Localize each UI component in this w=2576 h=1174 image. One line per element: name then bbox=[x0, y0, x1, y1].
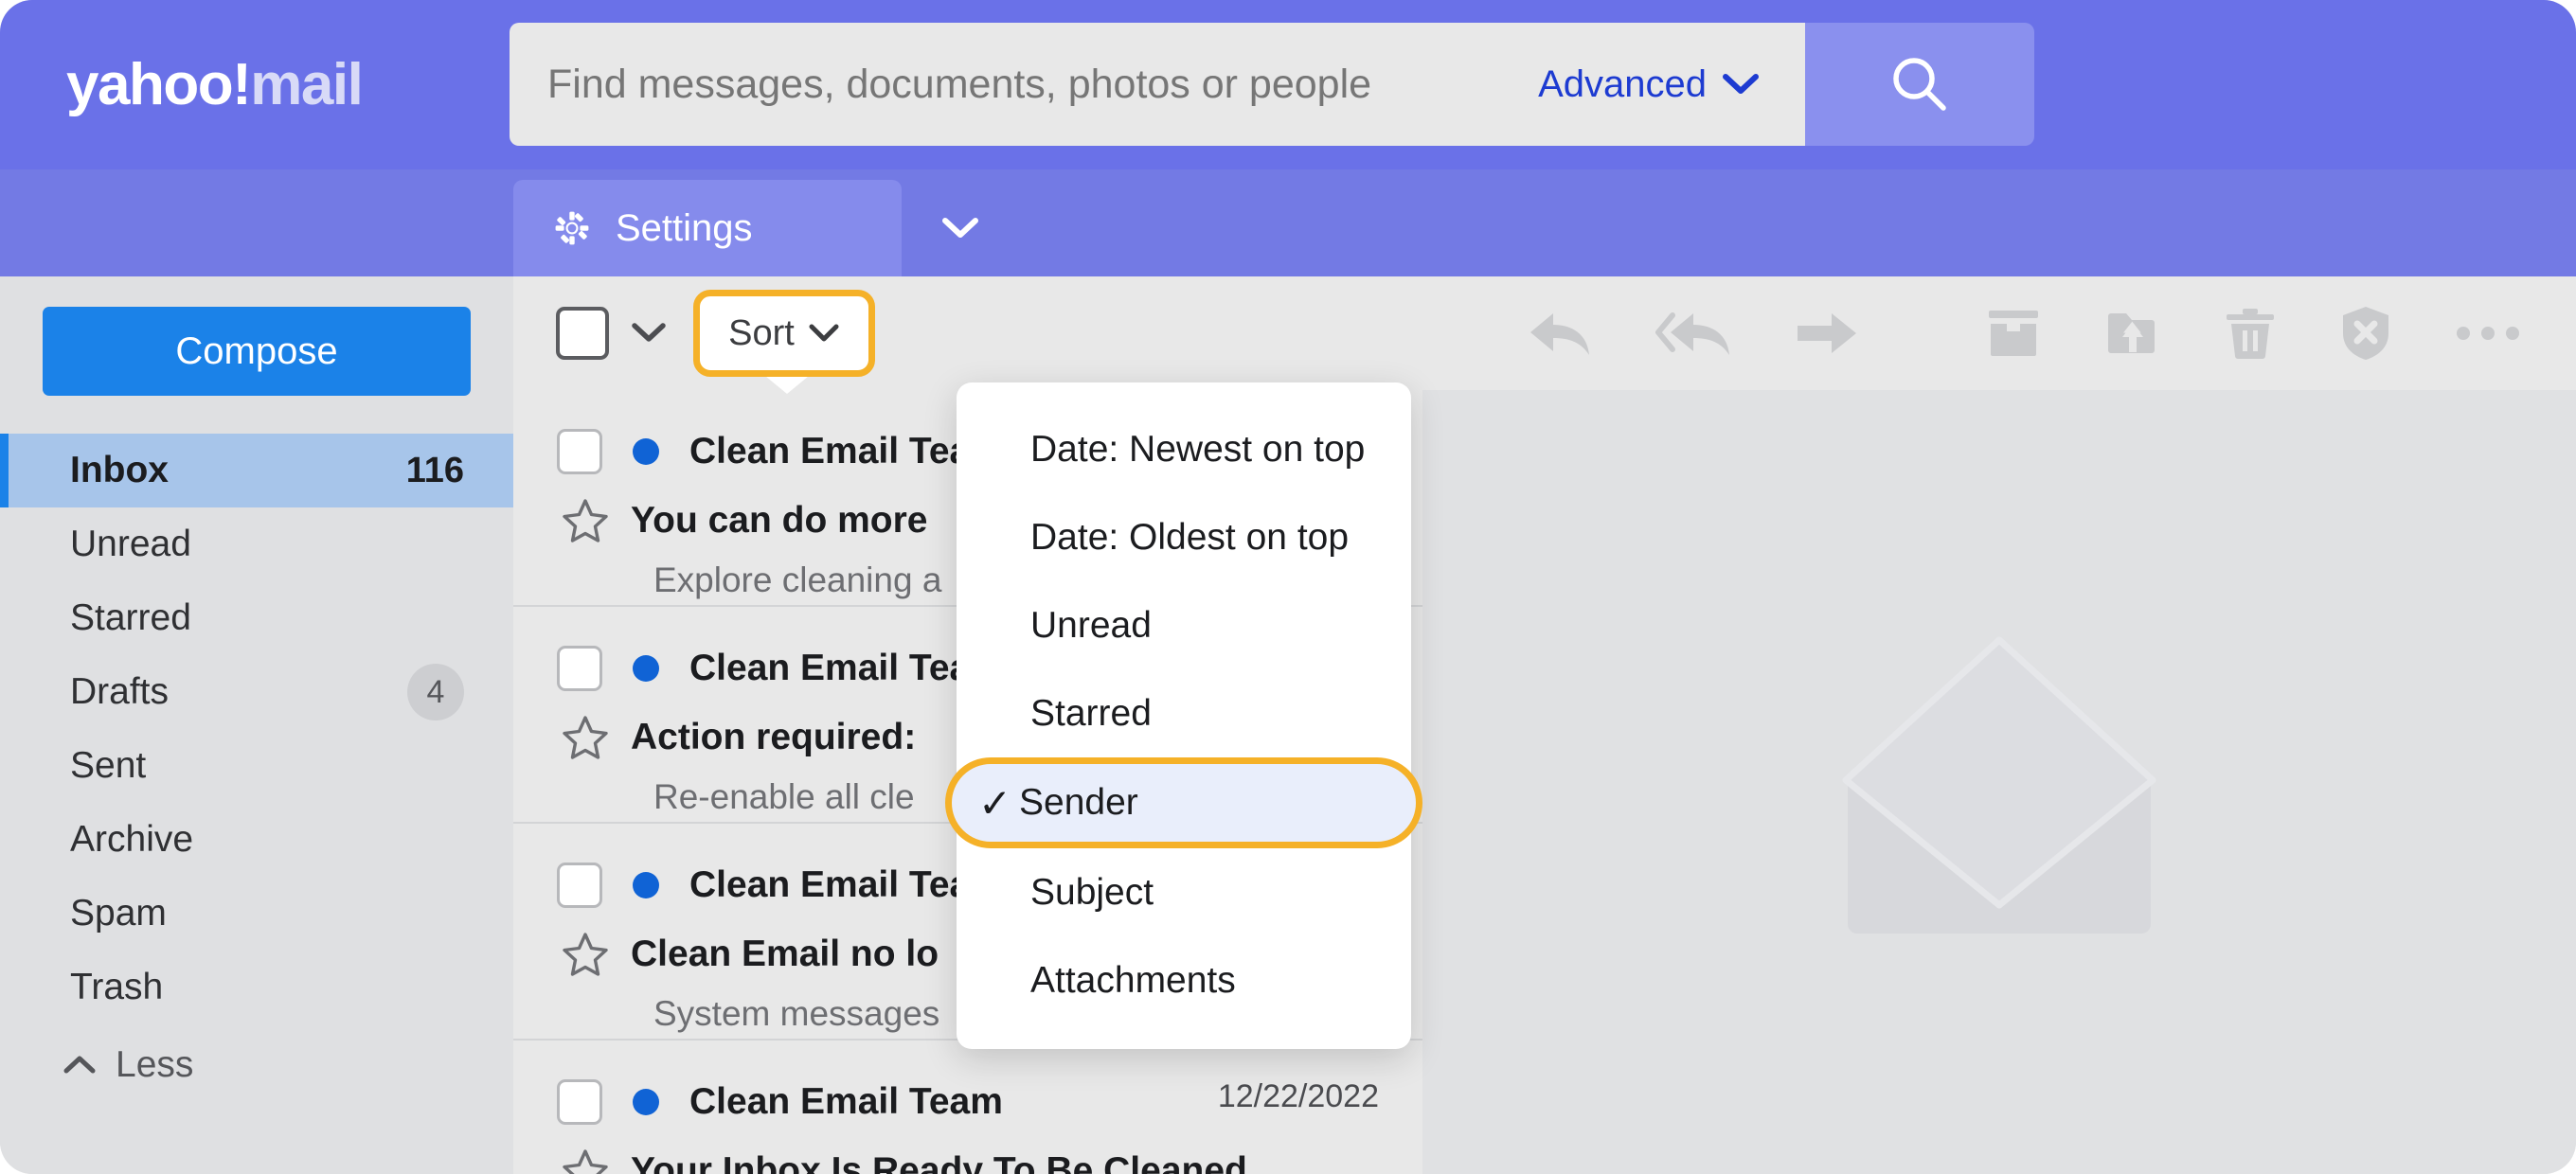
sort-menu-item-date-newest-on-top[interactable]: Date: Newest on top bbox=[957, 405, 1411, 493]
sidebar-item-count: 116 bbox=[405, 450, 464, 490]
sidebar-item-inbox[interactable]: Inbox 116 bbox=[0, 434, 513, 507]
select-all-group[interactable] bbox=[556, 307, 668, 360]
tab-bar bbox=[0, 169, 2576, 276]
sort-menu-item-label: Starred bbox=[1030, 692, 1152, 734]
sort-menu-item-sender[interactable]: ✓ Sender bbox=[945, 757, 1422, 848]
sidebar-less-label: Less bbox=[116, 1044, 194, 1085]
chevron-up-icon bbox=[63, 1054, 97, 1076]
sort-menu-item-date-oldest-on-top[interactable]: Date: Oldest on top bbox=[957, 493, 1411, 581]
unread-dot-icon bbox=[633, 655, 659, 682]
sidebar-item-starred[interactable]: Starred bbox=[0, 581, 513, 655]
email-subject: You can do more bbox=[631, 500, 928, 541]
star-icon[interactable] bbox=[561, 931, 610, 978]
delete-icon[interactable] bbox=[2224, 306, 2277, 361]
sidebar-item-spam[interactable]: Spam bbox=[0, 877, 513, 951]
yahoo-mail-window: yahoo!mail Advanced bbox=[0, 0, 2576, 1174]
email-select-checkbox[interactable] bbox=[557, 1079, 602, 1125]
sort-button-label: Sort bbox=[728, 312, 795, 353]
sort-menu-item-label: Sender bbox=[1019, 782, 1138, 823]
sidebar-item-drafts[interactable]: Drafts 4 bbox=[0, 655, 513, 729]
message-actions bbox=[1985, 276, 2521, 390]
sidebar-item-label: Drafts bbox=[70, 671, 170, 712]
chevron-down-icon[interactable] bbox=[630, 321, 668, 346]
search-input[interactable] bbox=[547, 61, 1539, 108]
sort-menu-item-label: Date: Newest on top bbox=[1030, 428, 1366, 470]
star-icon[interactable] bbox=[561, 714, 610, 761]
sidebar-item-badge: 4 bbox=[407, 664, 464, 720]
sort-menu-item-attachments[interactable]: Attachments bbox=[957, 936, 1411, 1024]
advanced-label: Advanced bbox=[1538, 62, 1707, 105]
search-button[interactable] bbox=[1805, 23, 2034, 146]
email-subject: Your Inbox Is Ready To Be Cleaned bbox=[631, 1150, 1247, 1174]
sidebar-item-label: Unread bbox=[70, 524, 191, 564]
sort-menu-item-starred[interactable]: Starred bbox=[957, 669, 1411, 757]
folder-list: Inbox 116 Unread Starred Drafts 4 Sent Archive S… bbox=[0, 434, 513, 1024]
reply-actions bbox=[1527, 276, 1860, 390]
reply-icon[interactable] bbox=[1527, 304, 1595, 363]
email-select-checkbox[interactable] bbox=[557, 646, 602, 691]
sidebar-item-label: Starred bbox=[70, 597, 191, 638]
chevron-down-icon bbox=[808, 323, 840, 344]
reply-all-icon[interactable] bbox=[1654, 304, 1735, 363]
sidebar-item-label: Sent bbox=[70, 745, 147, 786]
sidebar-item-trash[interactable]: Trash bbox=[0, 951, 513, 1024]
unread-dot-icon bbox=[633, 1089, 659, 1115]
sort-menu-item-unread[interactable]: Unread bbox=[957, 581, 1411, 669]
logo-mail-text: mail bbox=[250, 51, 364, 117]
sidebar-item-label: Trash bbox=[70, 967, 164, 1007]
email-subject: Action required: bbox=[631, 717, 917, 757]
archive-icon[interactable] bbox=[1985, 307, 2042, 360]
sidebar-item-label: Inbox bbox=[70, 450, 169, 490]
tab-overflow-button[interactable] bbox=[904, 180, 1016, 276]
sort-menu-item-label: Date: Oldest on top bbox=[1030, 516, 1350, 558]
sort-menu-item-label: Subject bbox=[1030, 871, 1154, 913]
reading-pane bbox=[1422, 390, 2576, 1174]
logo-yahoo-text: yahoo bbox=[66, 51, 234, 117]
yahoo-mail-logo[interactable]: yahoo!mail bbox=[66, 55, 364, 115]
logo-bang: ! bbox=[232, 51, 252, 117]
gear-icon bbox=[553, 209, 591, 247]
sort-menu-item-label: Attachments bbox=[1030, 959, 1236, 1001]
email-row[interactable]: Clean Email Team 12/22/2022 Your Inbox Is … bbox=[513, 1041, 1422, 1174]
forward-icon[interactable] bbox=[1794, 306, 1860, 361]
sidebar-item-label: Archive bbox=[70, 819, 194, 860]
sidebar-item-label: Spam bbox=[70, 893, 167, 934]
tab-settings-label: Settings bbox=[616, 206, 753, 249]
chevron-down-icon bbox=[1722, 72, 1760, 97]
open-envelope-icon bbox=[1781, 621, 2217, 943]
chevron-down-icon bbox=[940, 215, 980, 241]
sort-menu-item-subject[interactable]: Subject bbox=[957, 848, 1411, 936]
app-header: yahoo!mail Advanced bbox=[0, 0, 2576, 169]
email-select-checkbox[interactable] bbox=[557, 863, 602, 908]
more-options-icon[interactable] bbox=[2455, 324, 2521, 343]
search-icon bbox=[1887, 51, 1953, 117]
sidebar-less-toggle[interactable]: Less bbox=[0, 1024, 513, 1106]
sidebar: Compose Inbox 116 Unread Starred Drafts 4 Sent… bbox=[0, 276, 513, 1174]
sort-dropdown-menu: Date: Newest on top Date: Oldest on top Un… bbox=[945, 382, 1422, 1049]
email-subject: Clean Email no lo bbox=[631, 934, 939, 974]
message-toolbar: Sort bbox=[513, 276, 2576, 394]
move-to-folder-icon[interactable] bbox=[2104, 307, 2161, 360]
main-content: Sort Clean Email Team You can do more Ex… bbox=[513, 276, 2576, 1174]
star-icon[interactable] bbox=[561, 1147, 610, 1174]
sidebar-item-archive[interactable]: Archive bbox=[0, 803, 513, 877]
search-box: Advanced bbox=[510, 23, 1805, 146]
unread-dot-icon bbox=[633, 438, 659, 465]
advanced-search-dropdown[interactable]: Advanced bbox=[1538, 63, 1767, 106]
sidebar-item-unread[interactable]: Unread bbox=[0, 507, 513, 581]
sort-button[interactable]: Sort bbox=[693, 290, 875, 377]
sidebar-item-sent[interactable]: Sent bbox=[0, 729, 513, 803]
check-icon: ✓ bbox=[978, 780, 1012, 826]
select-all-checkbox[interactable] bbox=[556, 307, 609, 360]
tab-settings[interactable]: Settings bbox=[513, 180, 902, 276]
email-select-checkbox[interactable] bbox=[557, 429, 602, 474]
unread-dot-icon bbox=[633, 872, 659, 898]
compose-button[interactable]: Compose bbox=[43, 307, 471, 396]
spam-icon[interactable] bbox=[2339, 305, 2392, 362]
sort-menu-item-label: Unread bbox=[1030, 604, 1152, 646]
email-sender: Clean Email Team bbox=[689, 1081, 1003, 1122]
email-date: 12/22/2022 bbox=[1217, 1078, 1379, 1114]
search-bar: Advanced bbox=[510, 23, 2034, 146]
star-icon[interactable] bbox=[561, 497, 610, 544]
